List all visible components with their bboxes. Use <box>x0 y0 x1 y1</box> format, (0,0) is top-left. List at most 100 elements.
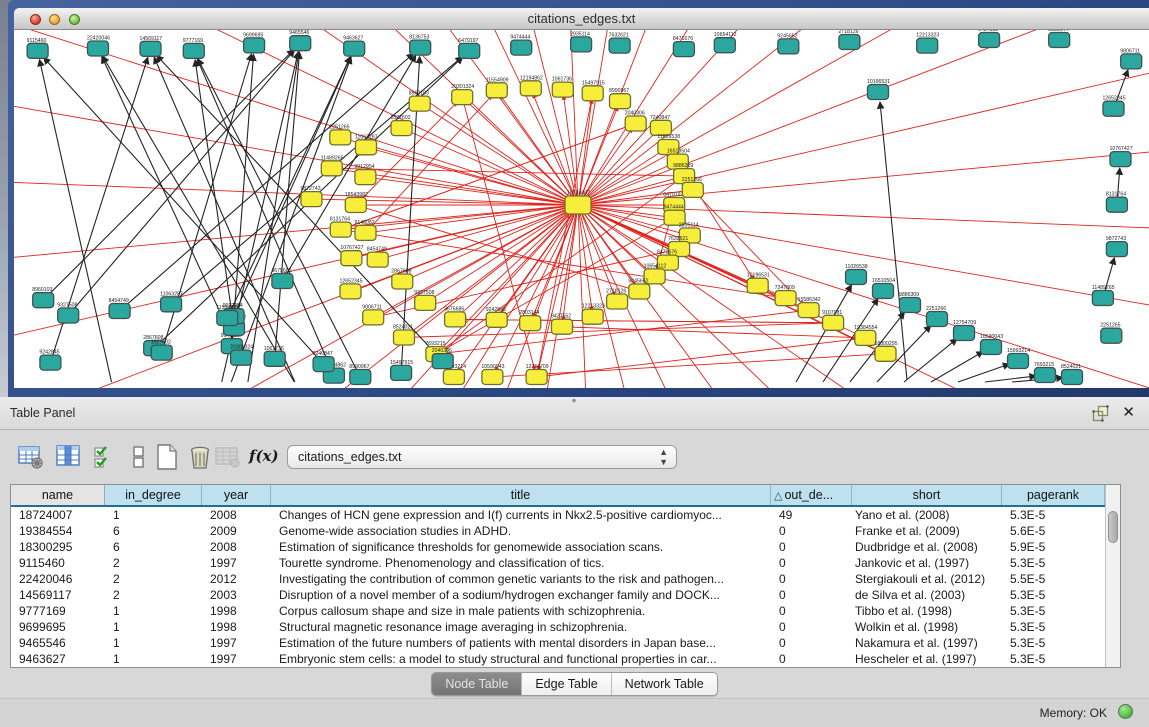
network-node[interactable] <box>345 198 366 213</box>
network-node[interactable] <box>459 43 480 58</box>
table-cell[interactable]: Stergiakouli et al. (2012) <box>852 571 1002 587</box>
table-row[interactable]: 946362711997Embryonic stem cells: a mode… <box>11 651 1120 667</box>
network-node[interactable] <box>301 192 322 207</box>
table-row[interactable]: 2242004622012Investigating the contribut… <box>11 571 1120 587</box>
table-cell[interactable]: 14569117 <box>11 587 105 603</box>
table-cell[interactable]: 1 <box>105 619 202 635</box>
network-node[interactable] <box>392 274 413 289</box>
network-node[interactable] <box>452 90 473 105</box>
table-cell[interactable]: Estimation of the future numbers of pati… <box>271 635 771 651</box>
network-node[interactable] <box>486 312 507 327</box>
table-cell[interactable]: Dudbridge et al. (2008) <box>852 539 1002 555</box>
table-cell[interactable]: 0 <box>771 603 852 619</box>
table-cell[interactable]: 18724007 <box>11 507 105 523</box>
table-cell[interactable]: 2008 <box>202 507 271 523</box>
table-cell[interactable]: 0 <box>771 651 852 667</box>
network-node[interactable] <box>409 96 430 111</box>
network-node[interactable] <box>846 270 867 285</box>
table-cell[interactable]: 18300295 <box>11 539 105 555</box>
table-cell[interactable]: 6 <box>105 523 202 539</box>
network-node[interactable] <box>954 326 975 341</box>
table-cell[interactable]: 2008 <box>202 539 271 555</box>
network-node[interactable] <box>40 355 61 370</box>
network-node[interactable] <box>1049 33 1070 48</box>
network-node[interactable] <box>340 284 361 299</box>
network-node[interactable] <box>1035 368 1056 383</box>
network-node[interactable] <box>410 40 431 55</box>
table-scrollbar-thumb[interactable] <box>1108 511 1118 543</box>
table-cell[interactable]: 5.3E-5 <box>1002 555 1105 571</box>
table-cell[interactable]: 22420046 <box>11 571 105 587</box>
network-node[interactable] <box>582 309 603 324</box>
table-cell[interactable]: 9465546 <box>11 635 105 651</box>
network-node[interactable] <box>981 340 1002 355</box>
network-node[interactable] <box>391 365 412 380</box>
network-node[interactable] <box>747 278 768 293</box>
table-cell[interactable]: Estimation of significance thresholds fo… <box>271 539 771 555</box>
table-row[interactable]: 1456911722003Disruption of a novel membe… <box>11 587 1120 603</box>
new-table-icon[interactable] <box>153 443 181 471</box>
table-cell[interactable]: 1998 <box>202 603 271 619</box>
table-cell[interactable]: 5.6E-5 <box>1002 523 1105 539</box>
table-cell[interactable]: 9115460 <box>11 555 105 571</box>
table-cell[interactable]: Wolkin et al. (1998) <box>852 619 1002 635</box>
table-cell[interactable]: Franke et al. (2009) <box>852 523 1002 539</box>
column-header-pagerank[interactable]: pagerank <box>1002 485 1105 505</box>
table-cell[interactable]: 0 <box>771 571 852 587</box>
network-node[interactable] <box>610 94 631 109</box>
network-node[interactable] <box>391 121 412 136</box>
table-cell[interactable]: de Silva et al. (2003) <box>852 587 1002 603</box>
network-window-titlebar[interactable]: citations_edges.txt <box>14 8 1149 30</box>
network-node[interactable] <box>290 36 311 51</box>
table-cell[interactable]: 1997 <box>202 651 271 667</box>
table-cell[interactable]: Corpus callosum shape and size in male p… <box>271 603 771 619</box>
network-node[interactable] <box>1121 54 1142 69</box>
network-node[interactable] <box>673 42 694 57</box>
table-cell[interactable]: 1 <box>105 635 202 651</box>
network-node[interactable] <box>682 182 703 197</box>
table-cell[interactable]: 5.3E-5 <box>1002 603 1105 619</box>
table-cell[interactable]: 2012 <box>202 571 271 587</box>
network-node[interactable] <box>979 33 1000 48</box>
column-header-year[interactable]: year <box>202 485 271 505</box>
network-node[interactable] <box>330 222 351 237</box>
stacked-rows-icon[interactable] <box>125 443 153 471</box>
table-cell[interactable]: 2009 <box>202 523 271 539</box>
network-node[interactable] <box>1092 291 1113 306</box>
table-cell[interactable]: 49 <box>771 507 852 523</box>
table-cell[interactable]: Disruption of a novel member of a sodium… <box>271 587 771 603</box>
table-cell[interactable]: 1998 <box>202 619 271 635</box>
table-cell[interactable]: 9777169 <box>11 603 105 619</box>
network-node[interactable] <box>217 311 238 326</box>
table-cell[interactable]: 5.3E-5 <box>1002 507 1105 523</box>
network-node[interactable] <box>875 346 896 361</box>
network-node[interactable] <box>565 196 591 214</box>
table-cell[interactable]: Changes of HCN gene expression and I(f) … <box>271 507 771 523</box>
table-cell[interactable]: 6 <box>105 539 202 555</box>
network-node[interactable] <box>520 81 541 96</box>
table-row[interactable]: 946554611997Estimation of the future num… <box>11 635 1120 651</box>
network-node[interactable] <box>183 43 204 58</box>
column-header-title[interactable]: title <box>271 485 771 505</box>
table-cell[interactable]: 1 <box>105 507 202 523</box>
network-node[interactable] <box>432 354 453 369</box>
network-node[interactable] <box>873 284 894 299</box>
network-node[interactable] <box>552 82 573 97</box>
table-cell[interactable]: Genome-wide association studies in ADHD. <box>271 523 771 539</box>
float-panel-icon[interactable] <box>1092 405 1109 422</box>
table-cell[interactable]: 2 <box>105 555 202 571</box>
network-node[interactable] <box>367 252 388 267</box>
network-node[interactable] <box>350 370 371 385</box>
network-node[interactable] <box>272 274 293 289</box>
network-node[interactable] <box>355 225 376 240</box>
table-row[interactable]: 911546021997Tourette syndrome. Phenomeno… <box>11 555 1120 571</box>
table-scrollbar[interactable] <box>1105 485 1120 667</box>
network-node[interactable] <box>244 38 265 53</box>
table-cell[interactable]: 0 <box>771 635 852 651</box>
network-node[interactable] <box>629 284 650 299</box>
select-columns-icon[interactable] <box>55 443 83 471</box>
network-node[interactable] <box>927 312 948 327</box>
network-node[interactable] <box>1106 242 1127 257</box>
network-node[interactable] <box>582 86 603 101</box>
network-node[interactable] <box>445 312 466 327</box>
